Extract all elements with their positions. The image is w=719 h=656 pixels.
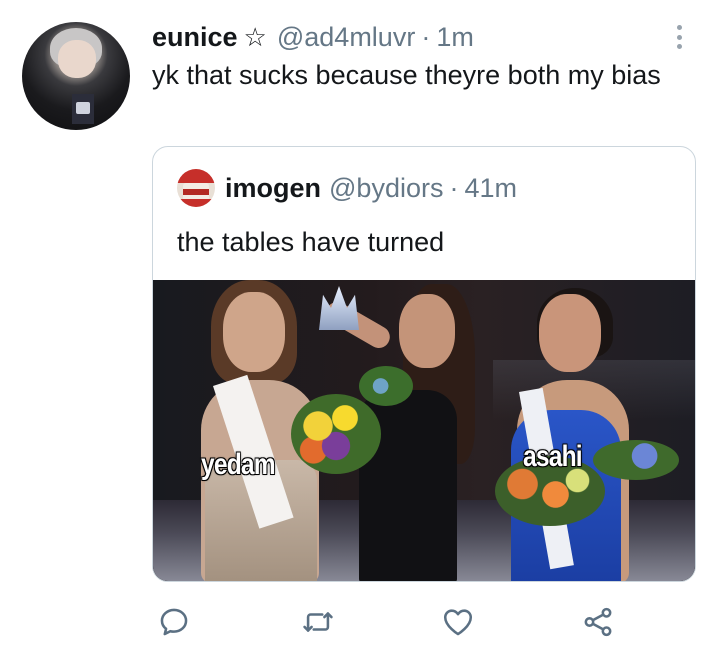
display-name[interactable]: eunice <box>152 22 238 53</box>
quoted-tweet-text: the tables have turned <box>177 227 445 257</box>
image-label-left: yedam <box>201 448 276 481</box>
user-avatar[interactable] <box>22 22 130 130</box>
more-vertical-icon[interactable] <box>672 22 686 52</box>
avatar-face <box>58 40 96 78</box>
person-left-head <box>223 292 285 372</box>
tweet-text: yk that sucks because theyre both my bia… <box>152 60 661 90</box>
more-dot <box>676 34 682 40</box>
quoted-user-avatar <box>177 169 215 207</box>
avatar-bottom <box>177 199 215 207</box>
quoted-tweet-header: imogen @bydiors · 41m <box>177 169 517 207</box>
quoted-tweet[interactable]: imogen @bydiors · 41m the tables have tu… <box>152 146 696 582</box>
quoted-user-handle: @bydiors <box>329 172 444 203</box>
separator-dot: · <box>421 21 431 52</box>
heart-icon[interactable] <box>438 602 478 642</box>
quoted-timestamp: 41m <box>464 172 517 203</box>
user-handle[interactable]: @ad4mluvr <box>277 22 415 53</box>
image-label-right: asahi <box>523 440 583 473</box>
bouquet-left <box>291 394 381 474</box>
reply-icon[interactable] <box>154 602 194 642</box>
bouquet-right-top <box>593 440 679 480</box>
avatar-band <box>177 169 215 183</box>
person-middle-head <box>399 294 455 368</box>
separator-dot: · <box>449 172 459 203</box>
quoted-tweet-image[interactable]: yedam asahi <box>153 280 695 581</box>
person-right-head <box>539 294 601 372</box>
more-dot <box>676 44 682 49</box>
share-icon[interactable] <box>578 602 618 642</box>
retweet-icon[interactable] <box>298 602 338 642</box>
avatar-shirt-print <box>76 102 90 114</box>
timestamp[interactable]: 1m <box>436 22 474 53</box>
bouquet-left-top <box>359 366 413 406</box>
more-dot <box>676 25 682 30</box>
tweet-header: eunice ☆ @ad4mluvr · 1m <box>152 20 474 54</box>
quoted-display-name: imogen <box>225 172 322 203</box>
star-icon: ☆ <box>243 22 267 52</box>
tweet-actions <box>0 602 719 644</box>
avatar-stripe <box>183 189 209 195</box>
